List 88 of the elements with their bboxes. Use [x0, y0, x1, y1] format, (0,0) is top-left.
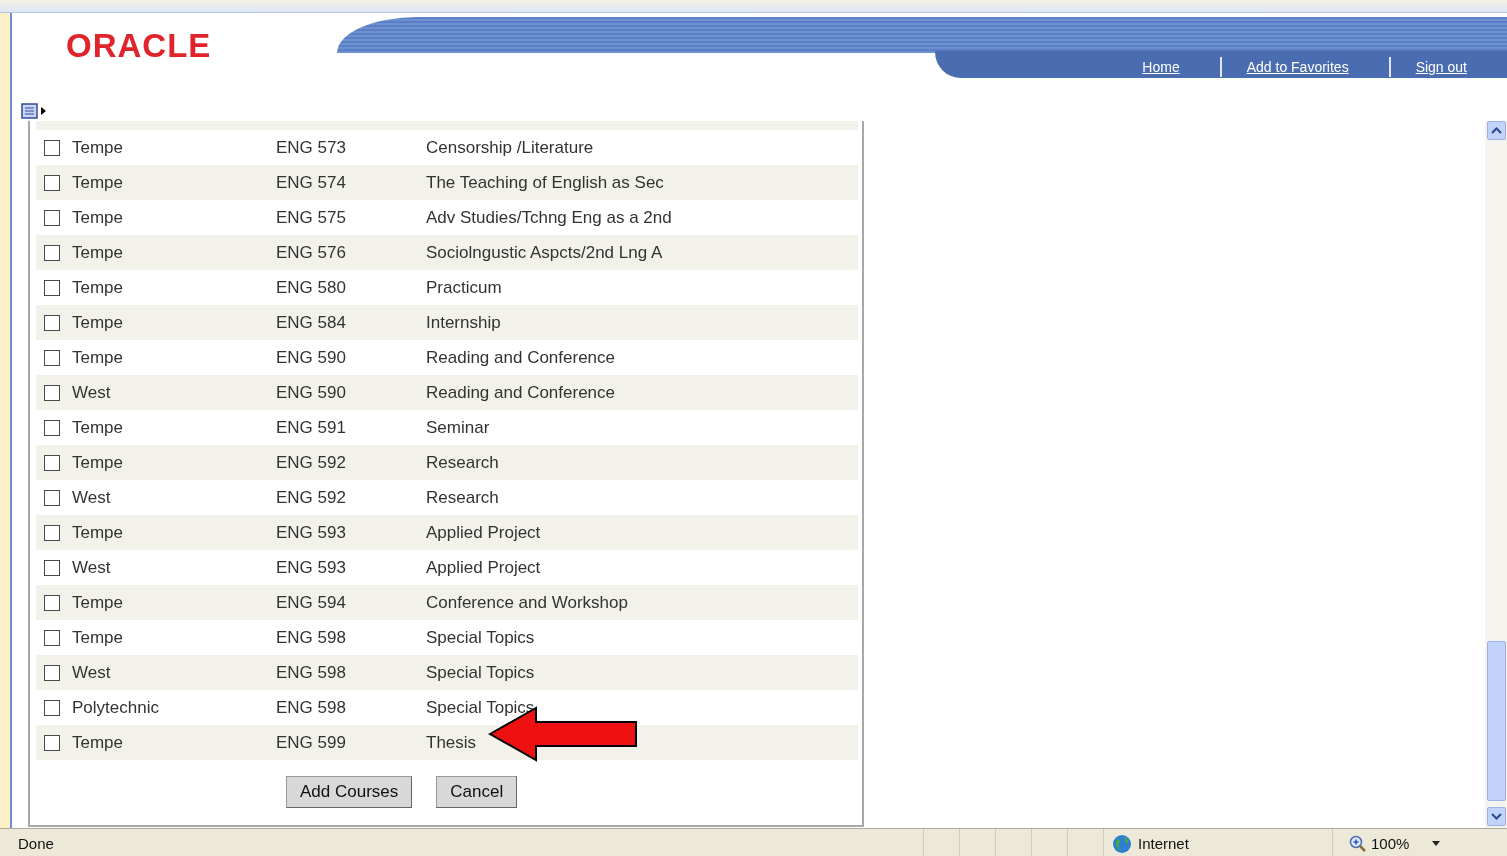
- course-code-cell-text: ENG 575: [276, 207, 347, 228]
- course-title-cell-text: The Teaching of English as Sec: [426, 172, 665, 193]
- course-checkbox[interactable]: [44, 384, 60, 401]
- campus-cell-text: Tempe: [72, 522, 125, 543]
- course-checkbox[interactable]: [44, 629, 60, 646]
- course-title-cell-text: Applied Project: [426, 557, 542, 578]
- campus-cell-text: West: [72, 382, 112, 403]
- course-checkbox[interactable]: [44, 419, 60, 436]
- header-link[interactable]: Add to Favorites: [1219, 57, 1389, 77]
- campus-cell-text: Tempe: [72, 137, 125, 158]
- course-checkbox[interactable]: [44, 279, 60, 296]
- course-title-cell-text: Seminar: [426, 417, 491, 438]
- course-code-cell-text: ENG 598: [276, 627, 347, 648]
- globe-icon: [1112, 833, 1132, 854]
- course-title-cell-text: Sociolngustic Aspcts/2nd Lng A: [426, 242, 664, 263]
- course-code-cell-text: ENG 591: [276, 417, 347, 438]
- course-checkbox[interactable]: [44, 349, 60, 366]
- zoom-control[interactable]: 100%: [1332, 829, 1442, 856]
- course-title-cell-text: Thesis: [426, 732, 478, 753]
- campus-cell-text: West: [72, 557, 112, 578]
- campus-cell-text: Tempe: [72, 312, 125, 333]
- campus-cell-text: Tempe: [72, 242, 125, 263]
- course-code-cell-text: ENG 590: [276, 382, 347, 403]
- course-code-cell-text: ENG 594: [276, 592, 347, 613]
- course-checkbox[interactable]: [44, 244, 60, 261]
- header-link[interactable]: Sign out: [1388, 57, 1507, 77]
- course-title-cell-text: Reading and Conference: [426, 347, 617, 368]
- course-code-cell-text: ENG 598: [276, 697, 347, 718]
- course-title-cell-text: Reading and Conference: [426, 382, 617, 403]
- menu-toggle-icon[interactable]: [21, 103, 47, 119]
- scroll-down-icon[interactable]: [1486, 807, 1506, 826]
- course-code-cell-text: ENG 574: [276, 172, 347, 193]
- course-title-cell-text: Conference and Workshop: [426, 592, 629, 613]
- course-title-cell-text: Special Topics: [426, 662, 536, 683]
- course-code-cell-text: ENG 580: [276, 277, 347, 298]
- campus-cell-text: Tempe: [72, 172, 125, 193]
- course-code-cell-text: ENG 599: [276, 732, 347, 753]
- campus-cell-text: Tempe: [72, 277, 125, 298]
- course-checkbox[interactable]: [44, 559, 60, 576]
- campus-cell-text: West: [72, 487, 112, 508]
- course-checkbox[interactable]: [44, 664, 60, 681]
- campus-cell-text: Tempe: [72, 347, 125, 368]
- campus-cell-text: Tempe: [72, 592, 125, 613]
- campus-cell-text: Tempe: [72, 452, 125, 473]
- course-code-cell-text: ENG 576: [276, 242, 347, 263]
- course-checkbox[interactable]: [44, 734, 60, 751]
- course-title-cell-text: Applied Project: [426, 522, 542, 543]
- course-code-cell-text: ENG 590: [276, 347, 347, 368]
- course-title-cell-text: Internship: [426, 312, 502, 333]
- course-code-cell-text: ENG 584: [276, 312, 347, 333]
- campus-cell-text: Tempe: [72, 627, 125, 648]
- campus-cell-text: Tempe: [72, 417, 125, 438]
- status-text: Done: [18, 835, 55, 852]
- zoom-icon: [1349, 834, 1367, 853]
- campus-cell-text: Tempe: [72, 207, 125, 228]
- campus-cell-text: West: [72, 662, 112, 683]
- course-checkbox[interactable]: [44, 489, 60, 506]
- course-code-cell-text: ENG 592: [276, 487, 347, 508]
- form-button[interactable]: Add Courses: [286, 776, 413, 808]
- course-checkbox[interactable]: [44, 314, 60, 331]
- campus-cell-text: Polytechnic: [72, 697, 160, 718]
- course-checkbox[interactable]: [44, 174, 60, 191]
- course-code-cell-text: ENG 592: [276, 452, 347, 473]
- dropdown-caret-icon[interactable]: [1431, 840, 1442, 847]
- course-title-cell-text: Adv Studies/Tchng Eng as a 2nd: [426, 207, 673, 228]
- scroll-thumb[interactable]: [1486, 641, 1506, 801]
- course-title-cell-text: Research: [426, 487, 500, 508]
- course-checkbox[interactable]: [44, 594, 60, 611]
- security-zone-label: Internet: [1138, 835, 1189, 852]
- course-title-cell-text: Practicum: [426, 277, 503, 298]
- logo: ORACLE: [66, 27, 212, 65]
- campus-cell-text: Tempe: [72, 732, 125, 753]
- course-code-cell-text: ENG 593: [276, 522, 347, 543]
- course-code-cell-text: ENG 573: [276, 137, 347, 158]
- header-link[interactable]: Home: [1117, 57, 1220, 77]
- course-checkbox[interactable]: [44, 139, 60, 156]
- scroll-up-icon[interactable]: [1486, 121, 1506, 140]
- course-checkbox[interactable]: [44, 454, 60, 471]
- course-checkbox[interactable]: [44, 524, 60, 541]
- form-button[interactable]: Cancel: [436, 776, 518, 808]
- course-title-cell-text: Censorship /Literature: [426, 137, 595, 158]
- course-code-cell-text: ENG 593: [276, 557, 347, 578]
- course-checkbox[interactable]: [44, 209, 60, 226]
- course-code-cell-text: ENG 598: [276, 662, 347, 683]
- scrollbar[interactable]: [1485, 121, 1507, 828]
- course-title-cell-text: Research: [426, 452, 500, 473]
- course-checkbox[interactable]: [44, 699, 60, 716]
- course-title-cell-text: Special Topics: [426, 627, 536, 648]
